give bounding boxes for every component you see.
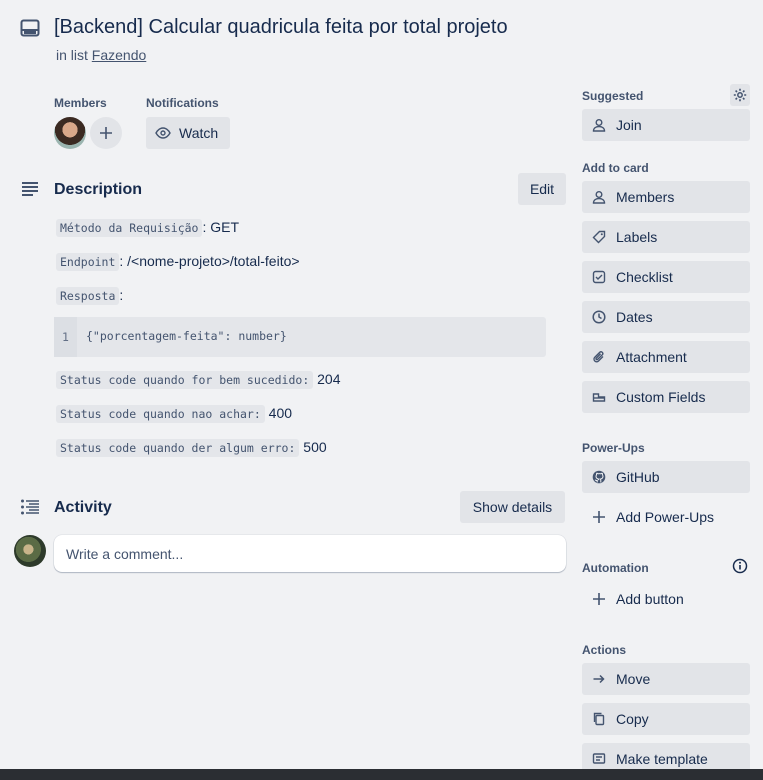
actions-label: Actions <box>582 643 627 657</box>
add-powerups-button[interactable]: Add Power-Ups <box>582 501 750 533</box>
inline-code: Status code quando der algum erro: <box>56 439 300 457</box>
copy-icon <box>592 712 606 726</box>
clock-icon <box>592 310 606 324</box>
attachment-button-label: Attachment <box>616 349 687 365</box>
paperclip-icon <box>592 350 606 364</box>
member-avatar[interactable] <box>54 117 86 149</box>
list-link[interactable]: Fazendo <box>92 47 146 63</box>
copy-button[interactable]: Copy <box>582 703 750 735</box>
move-button[interactable]: Move <box>582 663 750 695</box>
copy-label: Copy <box>616 711 649 727</box>
suggested-label: Suggested <box>582 89 644 103</box>
eye-icon <box>155 127 171 139</box>
template-icon <box>592 752 606 766</box>
plus-icon <box>592 592 606 606</box>
labels-button-label: Labels <box>616 229 658 245</box>
edit-description-button[interactable]: Edit <box>518 173 566 205</box>
github-icon <box>592 470 606 484</box>
code-content: {"porcentagem-feita": number} <box>86 329 287 343</box>
line-text: : GET <box>202 219 240 235</box>
inline-code: Endpoint <box>56 253 120 271</box>
comment-input[interactable] <box>54 535 566 572</box>
line-text: : /<nome-projeto>/total-feito> <box>119 253 300 269</box>
list-prefix: in list <box>56 47 88 63</box>
status-line: Status code quando der algum erro: 500 <box>56 439 327 457</box>
members-button[interactable]: Members <box>582 181 750 213</box>
dates-button-label: Dates <box>616 309 653 325</box>
add-member-button[interactable] <box>90 117 122 149</box>
add-powerups-label: Add Power-Ups <box>616 509 715 525</box>
code-line-number: 1 <box>54 317 77 357</box>
arrow-right-icon <box>592 672 606 686</box>
labels-button[interactable]: Labels <box>582 221 750 253</box>
list-breadcrumb: in list Fazendo <box>56 47 146 63</box>
line-text: 400 <box>264 405 293 421</box>
code-block: 1 {"porcentagem-feita": number} <box>54 317 546 357</box>
join-button[interactable]: Join <box>582 109 750 141</box>
powerups-label: Power-Ups <box>582 441 645 455</box>
checkbox-icon <box>592 270 606 284</box>
members-label: Members <box>54 96 107 110</box>
description-line: Resposta: <box>56 287 124 305</box>
add-to-card-label: Add to card <box>582 161 649 175</box>
members-button-label: Members <box>616 189 675 205</box>
person-icon <box>592 118 606 132</box>
inline-code: Status code quando nao achar: <box>56 405 265 423</box>
activity-icon <box>20 498 40 516</box>
person-icon <box>592 190 606 204</box>
status-line: Status code quando nao achar: 400 <box>56 405 293 423</box>
watch-label: Watch <box>179 125 219 141</box>
bottom-bar <box>0 769 763 780</box>
description-icon <box>20 180 40 198</box>
move-label: Move <box>616 671 651 687</box>
card-title[interactable]: [Backend] Calcular quadricula feita por … <box>54 16 508 39</box>
inline-code: Resposta <box>56 287 120 305</box>
automation-info-button[interactable] <box>731 557 749 575</box>
current-user-avatar <box>14 535 46 567</box>
make-template-label: Make template <box>616 751 708 767</box>
activity-title: Activity <box>54 499 112 516</box>
custom-fields-button-label: Custom Fields <box>616 389 706 405</box>
show-details-button[interactable]: Show details <box>460 491 565 523</box>
checklist-button[interactable]: Checklist <box>582 261 750 293</box>
join-label: Join <box>616 117 642 133</box>
add-button-button[interactable]: Add button <box>582 583 750 615</box>
automation-label: Automation <box>582 561 649 575</box>
plus-icon <box>100 127 112 139</box>
description-line: Endpoint: /<nome-projeto>/total-feito> <box>56 253 300 271</box>
card-icon <box>20 18 40 38</box>
inline-code: Método da Requisição <box>56 219 203 237</box>
line-text: 204 <box>313 371 341 387</box>
custom-fields-button[interactable]: Custom Fields <box>582 381 750 413</box>
inline-code: Status code quando for bem sucedido: <box>56 371 314 389</box>
suggested-settings-button[interactable] <box>730 84 750 106</box>
dates-button[interactable]: Dates <box>582 301 750 333</box>
info-icon <box>732 558 748 574</box>
plus-icon <box>592 510 606 524</box>
add-button-label: Add button <box>616 591 684 607</box>
github-button[interactable]: GitHub <box>582 461 750 493</box>
checklist-button-label: Checklist <box>616 269 673 285</box>
github-label: GitHub <box>616 469 660 485</box>
fields-icon <box>592 390 606 404</box>
tag-icon <box>592 230 606 244</box>
attachment-button[interactable]: Attachment <box>582 341 750 373</box>
line-text: 500 <box>299 439 327 455</box>
status-line: Status code quando for bem sucedido: 204 <box>56 371 341 389</box>
line-text: : <box>119 287 124 303</box>
description-title: Description <box>54 181 143 198</box>
description-line: Método da Requisição: GET <box>56 219 240 237</box>
watch-button[interactable]: Watch <box>146 117 230 149</box>
notifications-label: Notifications <box>146 96 219 110</box>
gear-icon <box>733 88 747 102</box>
